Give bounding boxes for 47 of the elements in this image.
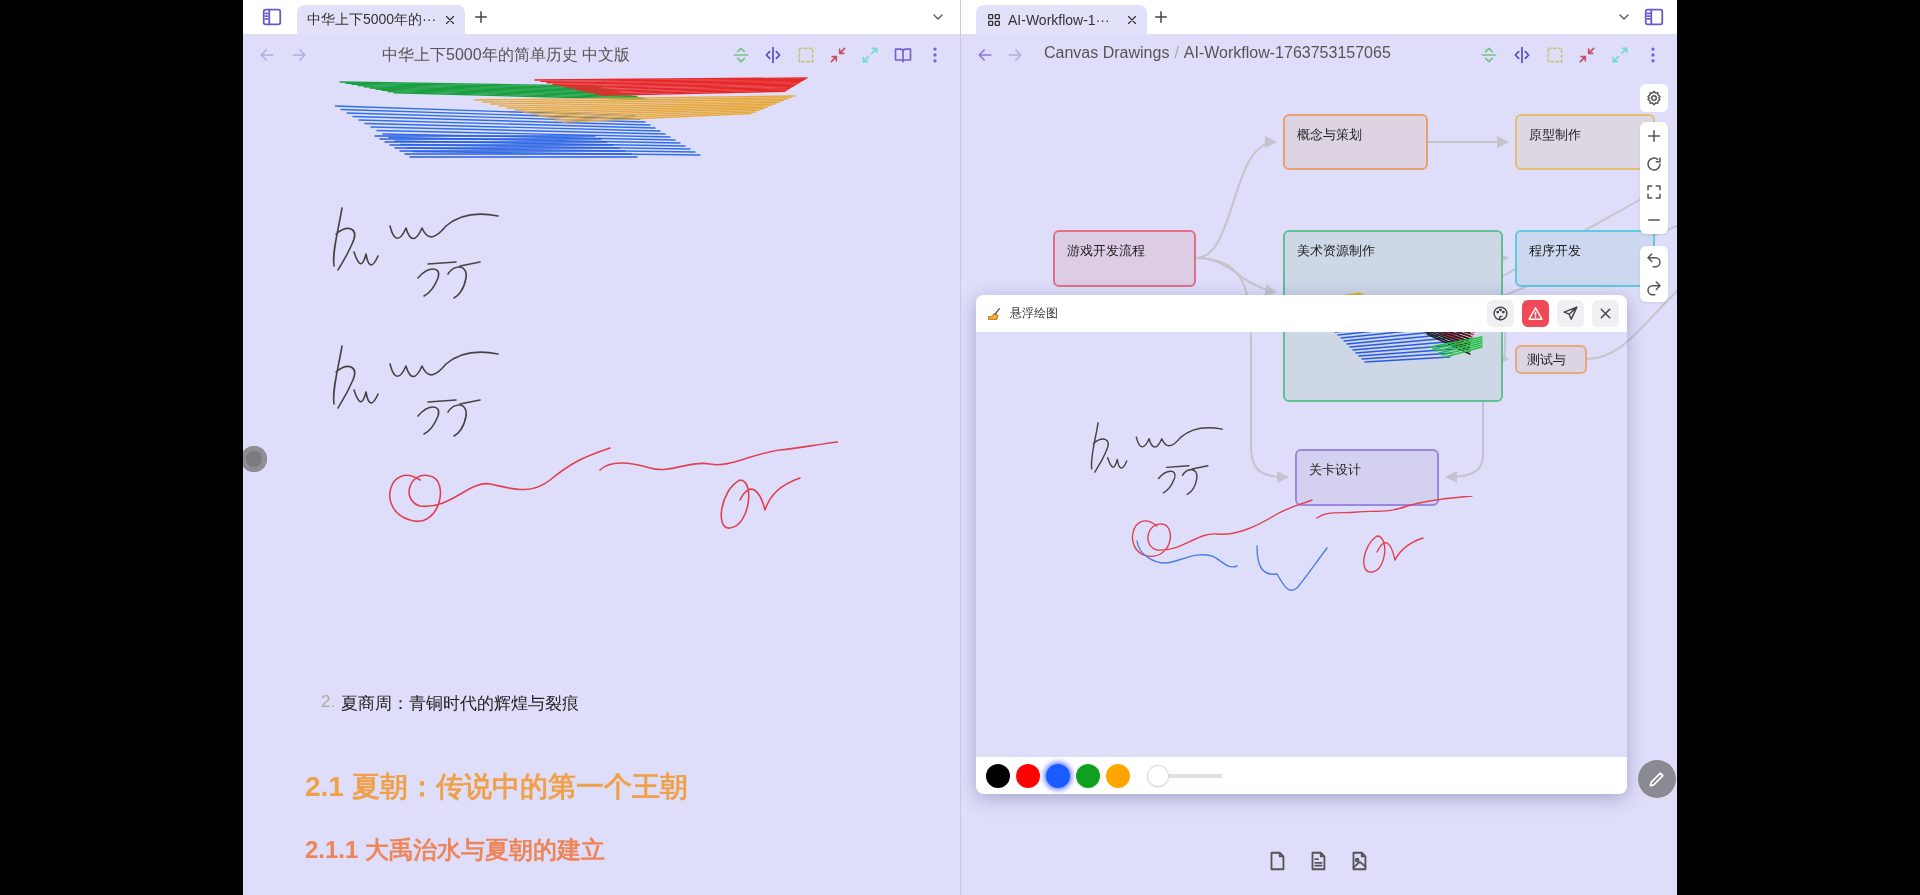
color-swatch[interactable] bbox=[1076, 763, 1100, 788]
breadcrumb-file: AI-Workflow-1763753157065 bbox=[1183, 44, 1391, 62]
list-item-text: 夏商周：青铜时代的辉煌与裂痕 bbox=[341, 693, 580, 715]
breadcrumb-folder[interactable]: Canvas Drawings bbox=[1044, 44, 1170, 62]
book-icon[interactable] bbox=[892, 45, 913, 65]
new-tab-icon[interactable] bbox=[472, 8, 490, 26]
sidebar-toggle-icon[interactable] bbox=[261, 6, 283, 28]
settings-icon[interactable] bbox=[1640, 84, 1668, 112]
color-swatch[interactable] bbox=[1046, 763, 1070, 788]
refresh-icon[interactable] bbox=[1645, 155, 1663, 173]
node-label: 概念与策划 bbox=[1297, 127, 1362, 142]
pencil-icon bbox=[1647, 769, 1667, 789]
node-label: 测试与 bbox=[1527, 352, 1566, 367]
section-heading: 2.1 夏朝：传说中的第一个王朝 bbox=[305, 770, 688, 804]
new-tab-icon[interactable] bbox=[1152, 8, 1170, 26]
color-swatch[interactable] bbox=[1106, 763, 1130, 788]
palette-button[interactable] bbox=[1487, 300, 1514, 327]
undo-icon[interactable] bbox=[1645, 251, 1663, 269]
color-swatch[interactable] bbox=[986, 763, 1010, 788]
zoom-in-icon[interactable] bbox=[1645, 127, 1663, 145]
list-number: 2. bbox=[321, 692, 336, 713]
node-label: 游戏开发流程 bbox=[1067, 243, 1145, 258]
close-button[interactable] bbox=[1592, 300, 1619, 327]
breadcrumb-separator: / bbox=[1174, 44, 1179, 62]
color-swatch[interactable] bbox=[1016, 763, 1040, 788]
grid-icon bbox=[986, 11, 1002, 28]
tab[interactable]: 中华上下5000年的··· bbox=[297, 5, 465, 34]
pen-button[interactable] bbox=[1638, 760, 1676, 798]
node-label: 美术资源制作 bbox=[1297, 243, 1375, 258]
node-label: 程序开发 bbox=[1529, 243, 1581, 258]
node-label: 原型制作 bbox=[1529, 127, 1581, 142]
send-icon bbox=[1562, 305, 1579, 322]
warning-button[interactable] bbox=[1522, 300, 1549, 327]
fit-screen-icon[interactable] bbox=[1645, 183, 1663, 201]
node-label: 关卡设计 bbox=[1309, 462, 1361, 477]
tab[interactable]: AI-Workflow-1··· bbox=[976, 5, 1147, 34]
send-button[interactable] bbox=[1557, 300, 1584, 327]
note-title: 中华上下5000年的简单历史 中文版 bbox=[382, 45, 631, 65]
panel-title: 悬浮绘图 bbox=[1010, 305, 1059, 322]
sidebar-toggle-icon[interactable] bbox=[1643, 6, 1665, 28]
floating-handle[interactable] bbox=[243, 446, 267, 472]
redo-icon[interactable] bbox=[1645, 279, 1663, 297]
warning-triangle-icon bbox=[1527, 305, 1544, 322]
slider-thumb[interactable] bbox=[1148, 765, 1168, 786]
writing-hand-icon bbox=[986, 305, 1002, 322]
palette-icon bbox=[1492, 305, 1509, 322]
subsection-heading: 2.1.1 大禹治水与夏朝的建立 bbox=[305, 835, 606, 865]
